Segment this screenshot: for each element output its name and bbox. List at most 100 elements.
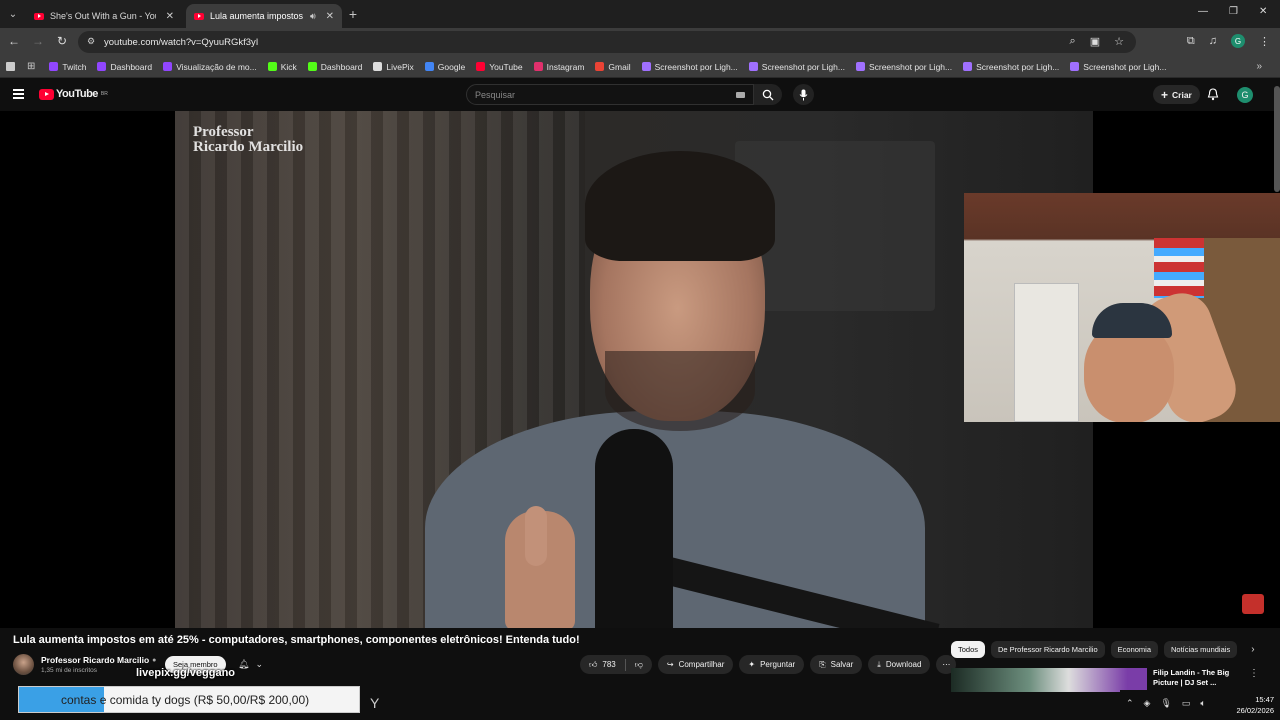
- watermark-line1: Professor: [193, 124, 254, 140]
- bookmark-item[interactable]: Screenshot por Ligh...: [641, 62, 738, 72]
- video-player[interactable]: Professor Ricardo Marcilio: [0, 111, 1280, 628]
- system-tray: ⌃ ◈ 🎙︎ ▭ 🔈︎: [1126, 698, 1206, 709]
- bookmark-favicon-icon: [641, 62, 651, 71]
- hamburger-menu-icon[interactable]: [13, 89, 24, 101]
- bookmark-favicon-icon: [267, 62, 277, 71]
- search-box: [466, 84, 754, 105]
- system-clock[interactable]: 15:47 26/02/2026: [1236, 694, 1274, 716]
- menu-kebab-icon[interactable]: ⋮: [1259, 35, 1270, 48]
- bookmark-item[interactable]: Screenshot por Ligh...: [855, 62, 952, 72]
- more-horizontal-icon: ⋯: [942, 660, 951, 669]
- chip-economy[interactable]: Economia: [1110, 641, 1158, 658]
- keyboard-icon[interactable]: [736, 92, 745, 98]
- save-button[interactable]: ⎘ Salvar: [810, 655, 863, 674]
- bookmark-label: Twitch: [62, 61, 87, 72]
- bookmark-item[interactable]: Instagram: [533, 62, 584, 72]
- download-icon: ⤓: [877, 659, 881, 669]
- bookmark-item[interactable]: Dashboard: [97, 62, 152, 72]
- tab-active[interactable]: Lula aumenta impostos em 🔊︎ ✕: [186, 4, 342, 28]
- youtube-logo[interactable]: YouTube BR: [39, 88, 108, 100]
- bookmark-favicon-icon: [748, 62, 758, 71]
- site-info-icon[interactable]: ⚙: [87, 36, 95, 47]
- apps-grid-icon[interactable]: ⊞: [27, 61, 35, 72]
- recommended-thumbnail[interactable]: [951, 668, 1147, 692]
- bookmark-label: Screenshot por Ligh...: [1083, 61, 1167, 72]
- dislike-icon[interactable]: 👎︎: [635, 660, 643, 670]
- bookmark-item[interactable]: LivePix: [373, 62, 414, 72]
- chip-all[interactable]: Todos: [951, 641, 986, 658]
- more-bookmarks-icon[interactable]: »: [1256, 61, 1262, 72]
- page-scrollbar[interactable]: [1274, 86, 1280, 192]
- cast-icon[interactable]: ▣: [1090, 35, 1100, 48]
- close-window-icon[interactable]: ✕: [1259, 6, 1267, 17]
- reload-icon[interactable]: ↻: [54, 34, 70, 48]
- search-icon: [762, 89, 774, 100]
- display-icon[interactable]: ▭: [1182, 698, 1191, 709]
- extensions-icon[interactable]: ⧉: [1187, 35, 1195, 48]
- bookmark-item[interactable]: Dashboard: [307, 62, 362, 72]
- bookmark-item[interactable]: Screenshot por Ligh...: [1070, 62, 1166, 72]
- media-control-icon[interactable]: ♫: [1209, 35, 1217, 47]
- chip-channel[interactable]: De Professor Ricardo Marcilio: [991, 641, 1105, 658]
- notifications-bell-icon[interactable]: [1207, 88, 1219, 106]
- search-button[interactable]: [754, 84, 782, 105]
- bookmark-item[interactable]: Kick: [267, 62, 297, 72]
- create-button[interactable]: + Criar: [1153, 85, 1200, 104]
- download-button[interactable]: ⤓ Download: [868, 655, 931, 674]
- chevron-down-icon: ⌄: [255, 659, 263, 669]
- recommended-title[interactable]: Filip Landin - The Big Picture | DJ Set …: [1153, 668, 1243, 688]
- bookmark-favicon-icon: [476, 62, 486, 71]
- bookmark-item[interactable]: Google: [424, 62, 465, 72]
- bookmark-favicon-icon: [963, 62, 973, 71]
- bookmark-favicon-icon: [424, 62, 434, 71]
- mic-tray-icon[interactable]: 🎙︎: [1160, 698, 1171, 709]
- search-input[interactable]: [475, 89, 715, 100]
- bookmark-item[interactable]: YouTube: [476, 62, 523, 72]
- youtube-logo-text: YouTube: [56, 88, 98, 100]
- url-text[interactable]: youtube.com/watch?v=QyuuRGkf3yI: [104, 37, 258, 48]
- webcam-shelf: [1154, 238, 1204, 298]
- audio-playing-icon[interactable]: 🔊︎: [310, 11, 316, 22]
- subscribed-notification-button[interactable]: 🔔︎ ⌄: [232, 656, 269, 673]
- profile-avatar[interactable]: G: [1231, 34, 1245, 48]
- share-button[interactable]: ↪ Compartilhar: [657, 655, 734, 674]
- voice-search-button[interactable]: [793, 84, 814, 105]
- bookmark-item[interactable]: Screenshot por Ligh...: [748, 62, 845, 72]
- ask-button[interactable]: ✦ Perguntar: [739, 655, 805, 674]
- channel-name[interactable]: Professor Ricardo Marcilio ●: [41, 655, 156, 665]
- recommended-more-icon[interactable]: ⋮: [1249, 668, 1259, 679]
- back-icon[interactable]: ←: [6, 34, 22, 48]
- studio-microphone: [595, 429, 673, 628]
- zoom-icon[interactable]: ⌕: [1070, 35, 1076, 48]
- side-panel-icon[interactable]: [6, 62, 15, 71]
- tab-search-chevron-icon[interactable]: ⌄: [4, 5, 22, 23]
- volume-icon[interactable]: 🔈︎: [1200, 698, 1205, 709]
- omnibox[interactable]: ⚙ youtube.com/watch?v=QyuuRGkf3yI ⌕ ▣ ☆: [78, 31, 1136, 53]
- forward-icon[interactable]: →: [30, 34, 46, 48]
- bookmark-star-icon[interactable]: ☆: [1114, 35, 1124, 48]
- streamer-webcam-overlay: [964, 193, 1280, 422]
- like-icon[interactable]: 👍︎: [589, 660, 597, 670]
- close-tab-icon[interactable]: ✕: [166, 11, 174, 22]
- network-icon[interactable]: ◈: [1144, 698, 1151, 709]
- restore-icon[interactable]: ❐: [1229, 6, 1238, 17]
- tray-expand-icon[interactable]: ⌃: [1126, 698, 1134, 709]
- donation-goal-bar: contas e comida ty dogs (R$ 50,00/R$ 200…: [18, 686, 360, 713]
- new-tab-icon[interactable]: +: [344, 5, 362, 23]
- close-tab-icon[interactable]: ✕: [326, 11, 334, 22]
- chips-next-icon[interactable]: ›: [1251, 644, 1254, 655]
- bookmark-favicon-icon: [533, 62, 543, 71]
- chip-world-news[interactable]: Notícias mundiais: [1164, 641, 1238, 658]
- webcam-door: [1014, 283, 1079, 422]
- tab-background[interactable]: She's Out With a Gun - YouTub ✕: [26, 4, 182, 28]
- bookmark-item[interactable]: Gmail: [595, 62, 631, 72]
- bookmark-item[interactable]: Visualização de mo...: [163, 62, 257, 72]
- like-count[interactable]: 783: [602, 660, 615, 669]
- channel-name-text: Professor Ricardo Marcilio: [41, 655, 150, 665]
- minimize-icon[interactable]: —: [1198, 6, 1208, 17]
- channel-avatar[interactable]: [13, 654, 34, 675]
- youtube-avatar[interactable]: G: [1237, 87, 1253, 103]
- bookmark-item[interactable]: Screenshot por Ligh...: [963, 62, 1059, 72]
- bookmark-item[interactable]: Twitch: [49, 62, 86, 72]
- bell-icon: 🔔︎: [238, 659, 250, 669]
